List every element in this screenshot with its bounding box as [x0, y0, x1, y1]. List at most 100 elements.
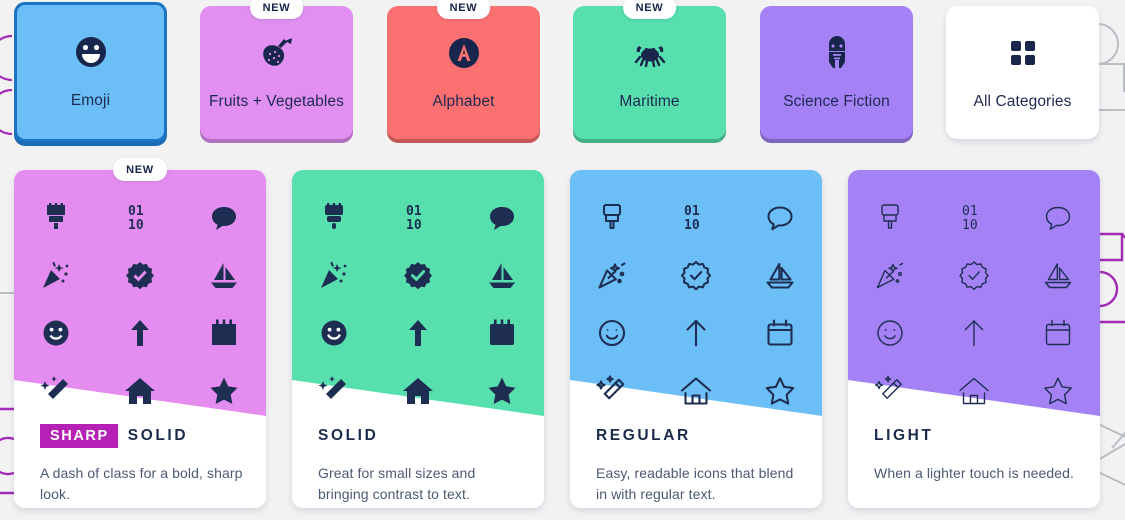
category-card-alphabet[interactable]: NEW Alphabet: [387, 0, 540, 139]
party-popper-icon: [595, 258, 629, 292]
svg-text:01: 01: [962, 204, 978, 219]
category-card-fruits-vegetables[interactable]: NEW Fruits + Vegetables: [200, 0, 353, 139]
style-card-title-row: LIGHT: [874, 423, 1082, 449]
star-icon: [1041, 374, 1075, 408]
category-card-label: Science Fiction: [783, 92, 890, 110]
style-card-solid[interactable]: 01 10 SOLID Great for small sizes and bring…: [292, 170, 544, 508]
smiley-face-icon: [317, 316, 351, 350]
style-card-text: LIGHT When a lighter touch is needed.: [874, 423, 1082, 484]
style-card-title-row: REGULAR: [596, 423, 804, 449]
style-card-regular[interactable]: 01 10 REGULAR Easy, readable icons that ble…: [570, 170, 822, 508]
calendar-icon: [207, 316, 241, 350]
binary-icon: 01 10: [401, 200, 435, 234]
house-icon: [401, 374, 435, 408]
grin-emoji-icon: [71, 32, 111, 77]
style-card-text: SHARP SOLID A dash of class for a bold, sh…: [40, 423, 248, 505]
style-card-light[interactable]: 01 10 LIGHT When a lighter touch is needed.: [848, 170, 1100, 508]
svg-text:01: 01: [406, 204, 422, 219]
arrow-up-icon: [679, 316, 713, 350]
magic-wand-icon: [873, 374, 907, 408]
style-card-row: NEW 01 10 SHARP SOLID A dash of class for a b…: [0, 158, 1125, 520]
speech-bubble-icon: [485, 200, 519, 234]
smiley-face-icon: [595, 316, 629, 350]
smiley-face-icon: [39, 316, 73, 350]
new-badge: NEW: [436, 0, 491, 19]
new-badge: NEW: [249, 0, 304, 19]
sailboat-icon: [1041, 258, 1075, 292]
svg-text:10: 10: [962, 218, 978, 233]
badge-check-icon: [957, 258, 991, 292]
svg-text:10: 10: [128, 218, 144, 233]
party-popper-icon: [873, 258, 907, 292]
strawberry-icon: [257, 33, 297, 78]
sailboat-icon: [485, 258, 519, 292]
style-card-title: REGULAR: [596, 427, 691, 444]
arrow-up-icon: [123, 316, 157, 350]
category-card-science-fiction[interactable]: Science Fiction: [760, 6, 913, 139]
category-card-label: All Categories: [973, 92, 1072, 110]
speech-bubble-icon: [1041, 200, 1075, 234]
paintbrush-icon: [317, 200, 351, 234]
svg-text:01: 01: [684, 204, 700, 219]
calendar-icon: [763, 316, 797, 350]
icon-preview-grid: 01 10: [292, 200, 544, 408]
icon-preview-grid: 01 10: [14, 200, 266, 408]
category-card-label: Maritime: [619, 92, 680, 110]
speech-bubble-icon: [207, 200, 241, 234]
party-popper-icon: [317, 258, 351, 292]
svg-text:10: 10: [406, 218, 422, 233]
paintbrush-icon: [595, 200, 629, 234]
sailboat-icon: [207, 258, 241, 292]
category-card-label: Alphabet: [432, 92, 495, 110]
category-card-label: Emoji: [70, 92, 111, 109]
category-card-label: Fruits + Vegetables: [208, 92, 345, 110]
category-card-maritime[interactable]: NEW Maritime: [573, 0, 726, 139]
category-card-all-categories[interactable]: All Categories: [946, 6, 1099, 139]
style-card-text: REGULAR Easy, readable icons that blend i…: [596, 423, 804, 505]
style-card-title: SOLID: [127, 427, 189, 444]
style-card-description: Easy, readable icons that blend in with …: [596, 465, 794, 502]
arrow-up-icon: [957, 316, 991, 350]
style-card-text: SOLID Great for small sizes and bringing …: [318, 423, 526, 505]
style-card-title: SOLID: [318, 427, 379, 444]
star-icon: [485, 374, 519, 408]
icon-preview-grid: 01 10: [848, 200, 1100, 408]
new-badge: NEW: [113, 158, 167, 181]
page-root: Emoji NEW Fruits + Vegetables NEW Alphabet NE…: [0, 0, 1125, 520]
style-card-solid-sharp[interactable]: 01 10 SHARP SOLID A dash of class for a bold…: [14, 170, 266, 508]
paintbrush-icon: [39, 200, 73, 234]
magic-wand-icon: [39, 374, 73, 408]
svg-text:01: 01: [128, 204, 144, 219]
binary-icon: 01 10: [957, 200, 991, 234]
style-card-title-row: SOLID: [318, 423, 526, 449]
style-card-title: LIGHT: [874, 427, 934, 444]
house-icon: [957, 374, 991, 408]
icon-preview-grid: 01 10: [570, 200, 822, 408]
grid-squares-icon: [1003, 33, 1043, 78]
magic-wand-icon: [317, 374, 351, 408]
paintbrush-icon: [873, 200, 907, 234]
badge-check-icon: [401, 258, 435, 292]
category-card-emoji[interactable]: Emoji: [14, 2, 167, 142]
style-card-description: A dash of class for a bold, sharp look.: [40, 465, 243, 502]
star-icon: [207, 374, 241, 408]
sailboat-icon: [763, 258, 797, 292]
svg-text:10: 10: [684, 218, 700, 233]
badge-check-icon: [123, 258, 157, 292]
calendar-icon: [1041, 316, 1075, 350]
binary-icon: 01 10: [679, 200, 713, 234]
style-card-title-row: SHARP SOLID: [40, 423, 248, 449]
category-card-row: Emoji NEW Fruits + Vegetables NEW Alphabet NE…: [0, 0, 1125, 150]
new-badge: NEW: [622, 0, 677, 19]
style-card-description: Great for small sizes and bringing contr…: [318, 465, 476, 502]
party-popper-icon: [39, 258, 73, 292]
speech-bubble-icon: [763, 200, 797, 234]
smiley-face-icon: [873, 316, 907, 350]
house-icon: [679, 374, 713, 408]
binary-icon: 01 10: [123, 200, 157, 234]
robot-icon: [817, 33, 857, 78]
house-icon: [123, 374, 157, 408]
arrow-up-icon: [401, 316, 435, 350]
calendar-icon: [485, 316, 519, 350]
crab-icon: [630, 33, 670, 78]
